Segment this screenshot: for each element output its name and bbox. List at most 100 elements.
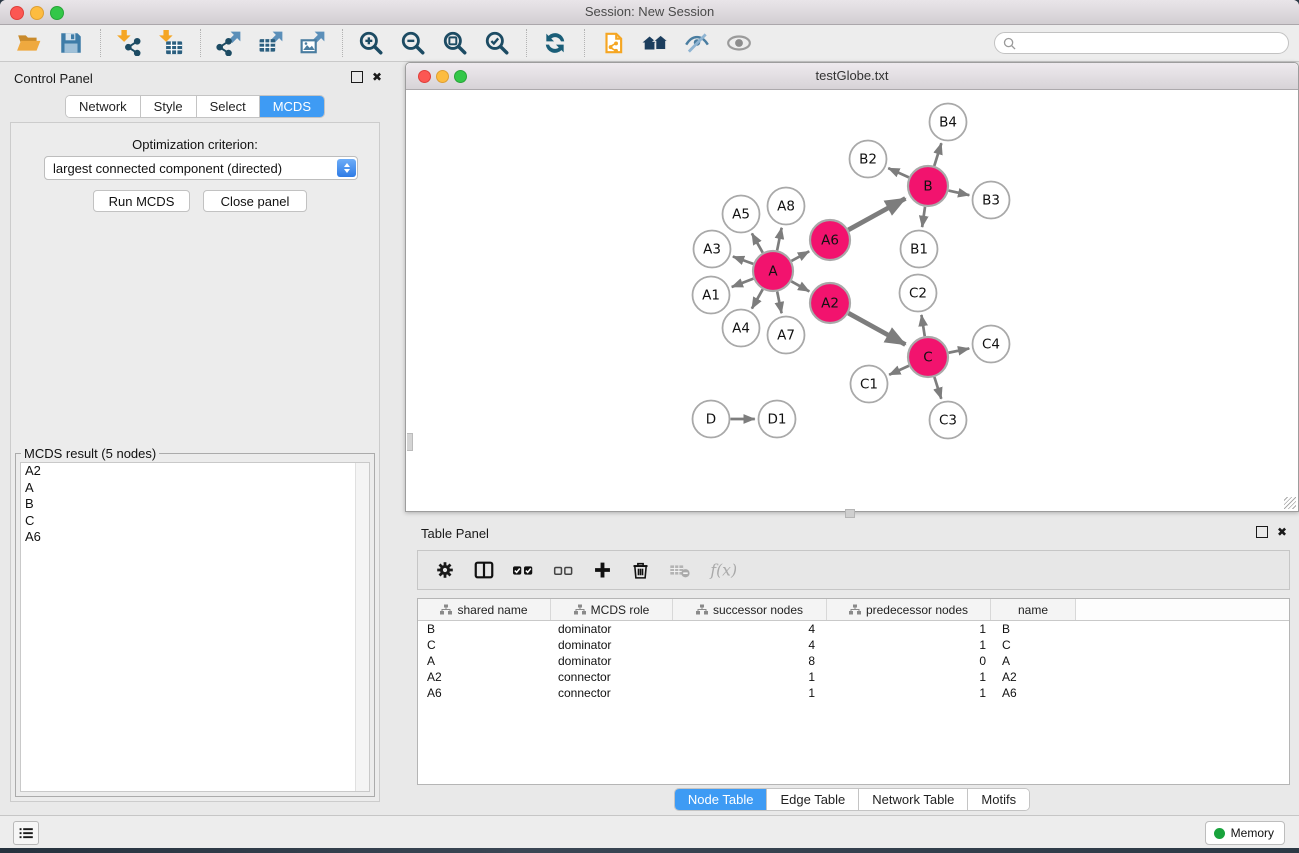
tab-motifs[interactable]: Motifs (968, 789, 1029, 810)
graph-node-label: A3 (703, 242, 721, 258)
graph-node-label: D (706, 412, 716, 428)
close-panel-button[interactable]: Close panel (203, 190, 307, 212)
network-canvas[interactable]: B4B2BB3A5A8A6A3B1AA1C2A2A4A7CC4C1C3DD1 (407, 90, 1297, 510)
tab-node-table[interactable]: Node Table (675, 789, 768, 810)
list-scrollbar[interactable] (355, 463, 369, 791)
deselect-all-rows-button[interactable] (553, 557, 575, 583)
zoom-in-button[interactable] (354, 28, 388, 58)
column-header-successor-nodes[interactable]: successor nodes (673, 599, 827, 620)
graph-node-label: A7 (777, 328, 795, 344)
mcds-result-item[interactable]: A6 (21, 529, 369, 546)
status-bar: Memory (0, 815, 1299, 849)
table-panel-tabs: Node TableEdge TableNetwork TableMotifs (674, 788, 1030, 811)
table-cell: dominator (551, 638, 673, 652)
table-cell: A (991, 654, 1076, 668)
graph-edge-B-B2[interactable] (888, 168, 909, 177)
open-session-button[interactable] (12, 28, 46, 58)
export-network-button[interactable] (212, 28, 246, 58)
float-panel-icon[interactable] (351, 71, 363, 83)
window-resize-grip[interactable] (1284, 497, 1296, 509)
table-cell: B (991, 622, 1076, 636)
zoom-selected-button[interactable] (480, 28, 514, 58)
search-field[interactable] (994, 32, 1289, 54)
graph-edge-A-A1[interactable] (732, 279, 754, 287)
desktop-background (0, 848, 1299, 853)
combo-stepper-icon (337, 159, 356, 177)
close-table-panel-icon[interactable]: ✖ (1277, 527, 1287, 537)
zoom-fit-button[interactable] (438, 28, 472, 58)
window-title: Session: New Session (0, 4, 1299, 19)
mcds-result-item[interactable]: C (21, 513, 369, 530)
task-history-button[interactable] (13, 821, 39, 845)
float-table-panel-icon[interactable] (1256, 526, 1268, 538)
memory-button[interactable]: Memory (1205, 821, 1285, 845)
graph-edge-C-C2[interactable] (921, 315, 924, 336)
column-header-name[interactable]: name (991, 599, 1076, 620)
import-table-button[interactable] (154, 28, 188, 58)
zoom-out-button[interactable] (396, 28, 430, 58)
graph-edge-A-A8[interactable] (777, 228, 782, 251)
hide-visual-button[interactable] (680, 28, 714, 58)
show-eye-button[interactable] (722, 28, 756, 58)
mcds-result-item[interactable]: A2 (21, 463, 369, 480)
refresh-view-button[interactable] (538, 28, 572, 58)
optimization-criterion-select[interactable]: largest connected component (directed) (44, 156, 358, 180)
table-row[interactable]: A2connector11A2 (418, 669, 1289, 685)
add-column-button[interactable] (592, 557, 613, 583)
export-table-button[interactable] (254, 28, 288, 58)
export-image-button[interactable] (296, 28, 330, 58)
table-row[interactable]: Adominator80A (418, 653, 1289, 669)
graph-edge-C-C4[interactable] (949, 348, 970, 352)
run-mcds-button[interactable]: Run MCDS (93, 190, 190, 212)
graph-node-label: B3 (982, 193, 1000, 209)
column-view-button[interactable] (473, 557, 495, 583)
graph-edge-B-B4[interactable] (934, 143, 941, 166)
graph-edge-C-C3[interactable] (934, 377, 941, 399)
tab-select[interactable]: Select (197, 96, 260, 117)
tab-network-table[interactable]: Network Table (859, 789, 968, 810)
canvas-grip[interactable] (407, 433, 413, 451)
graph-edge-A-A4[interactable] (752, 289, 763, 308)
mcds-result-item[interactable]: A (21, 480, 369, 497)
table-cell: 8 (673, 654, 827, 668)
save-session-button[interactable] (54, 28, 88, 58)
table-cell: 1 (827, 670, 991, 684)
home-button[interactable] (638, 28, 672, 58)
graph-edge-A-A2[interactable] (791, 281, 809, 291)
graph-edge-A-A3[interactable] (733, 257, 753, 264)
graph-edge-B-B1[interactable] (922, 207, 925, 227)
graph-node-label: B2 (859, 152, 877, 168)
table-row[interactable]: A6connector11A6 (418, 685, 1289, 701)
graph-edge-A-A7[interactable] (777, 292, 781, 314)
tab-edge-table[interactable]: Edge Table (767, 789, 859, 810)
graph-edge-A2-C[interactable] (848, 313, 905, 344)
panel-splitter-grip[interactable] (845, 509, 855, 518)
table-cell: 1 (827, 686, 991, 700)
column-header-shared-name[interactable]: shared name (418, 599, 551, 620)
svg-text:f(x): f(x) (709, 562, 737, 580)
graph-edge-A6-B[interactable] (848, 198, 905, 229)
delete-column-button[interactable] (630, 557, 651, 583)
import-network-button[interactable] (112, 28, 146, 58)
mcds-result-list[interactable]: A2ABCA6 (20, 462, 370, 792)
mcds-result-item[interactable]: B (21, 496, 369, 513)
graph-edge-A-A5[interactable] (752, 233, 763, 252)
table-settings-button[interactable] (434, 557, 456, 583)
graph-edge-A-A6[interactable] (791, 251, 809, 261)
close-panel-icon[interactable]: ✖ (372, 72, 382, 82)
graph-node-label: C (923, 350, 932, 366)
select-all-rows-button[interactable] (512, 557, 536, 583)
network-graph[interactable]: B4B2BB3A5A8A6A3B1AA1C2A2A4A7CC4C1C3DD1 (407, 90, 1297, 510)
column-header-MCDS-role[interactable]: MCDS role (551, 599, 673, 620)
tab-network[interactable]: Network (66, 96, 141, 117)
table-row[interactable]: Bdominator41B (418, 621, 1289, 637)
memory-label: Memory (1231, 826, 1274, 840)
tab-mcds[interactable]: MCDS (260, 96, 324, 117)
network-document-button[interactable] (596, 28, 630, 58)
graph-edge-C-C1[interactable] (889, 366, 909, 375)
graph-edge-B-B3[interactable] (948, 191, 969, 196)
table-row[interactable]: Cdominator41C (418, 637, 1289, 653)
table-cell: 1 (827, 622, 991, 636)
column-header-predecessor-nodes[interactable]: predecessor nodes (827, 599, 991, 620)
tab-style[interactable]: Style (141, 96, 197, 117)
